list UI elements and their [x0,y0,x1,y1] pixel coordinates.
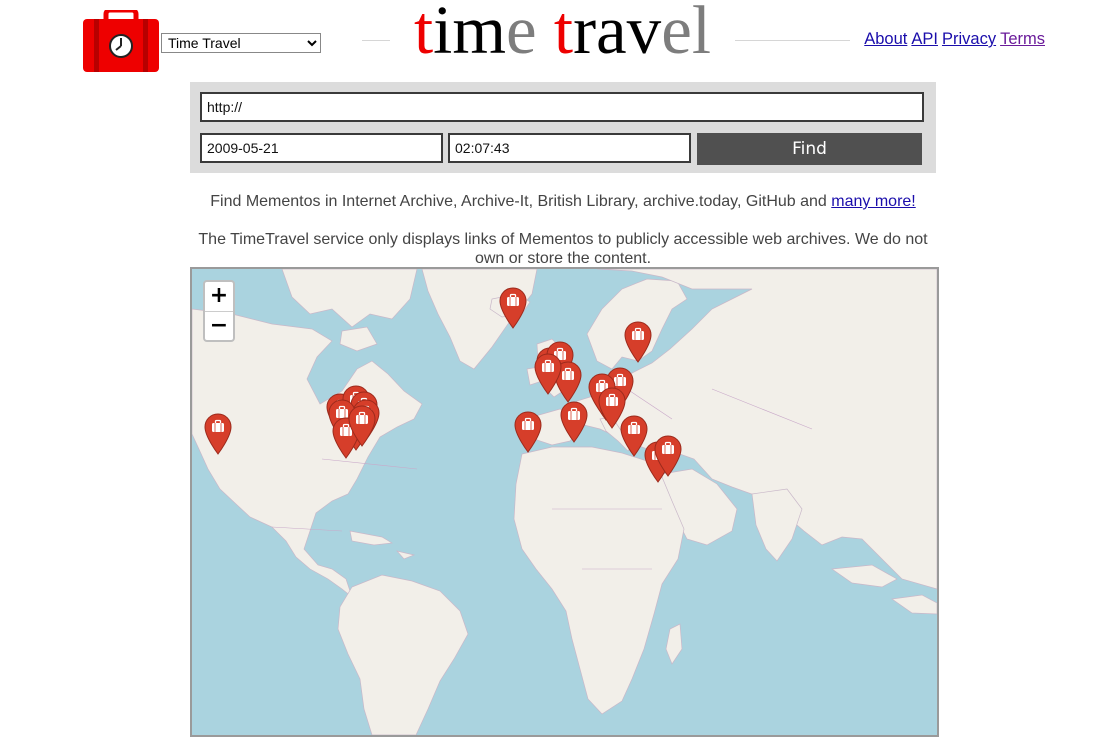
memento-marker-icon[interactable] [499,287,527,329]
memento-marker-icon[interactable] [204,413,232,455]
memento-marker-icon[interactable] [560,401,588,443]
site-title-part: t [414,0,434,68]
suitcase-clock-logo-icon[interactable] [81,10,161,73]
site-title-part: rav [573,0,662,68]
site-title: time travel [390,0,735,68]
zoom-out-button[interactable]: − [205,312,233,341]
archives-info: Find Mementos in Internet Archive, Archi… [190,192,936,211]
site-title-part: e [506,0,537,68]
site-title-part [537,0,554,68]
memento-marker-icon[interactable] [534,353,562,395]
site-title-part: el [661,0,711,68]
service-select[interactable]: Time Travel [161,33,321,53]
nav-privacy-link[interactable]: Privacy [942,30,996,48]
url-input[interactable] [200,92,924,122]
many-more-link[interactable]: many more! [831,193,915,210]
nav-terms-link[interactable]: Terms [1000,30,1045,48]
date-input[interactable] [200,133,443,163]
site-title-part: t [553,0,574,68]
archive-map[interactable]: + − [190,267,939,737]
memento-marker-icon[interactable] [514,411,542,453]
find-button[interactable]: Find [697,133,922,165]
zoom-in-button[interactable]: + [205,282,233,312]
site-title-part: im [433,0,507,68]
top-nav: About API Privacy Terms [860,30,1045,49]
archives-text: Find Mementos in Internet Archive, Archi… [210,193,832,210]
zoom-control: + − [203,280,235,342]
nav-about-link[interactable]: About [864,30,907,48]
time-input[interactable] [448,133,691,163]
world-map-tiles [192,269,937,735]
search-panel: Find [190,82,936,173]
nav-api-link[interactable]: API [911,30,938,48]
disclaimer-text: The TimeTravel service only displays lin… [198,231,928,267]
memento-marker-icon[interactable] [624,321,652,363]
memento-marker-icon[interactable] [348,405,376,447]
memento-marker-icon[interactable] [654,435,682,477]
